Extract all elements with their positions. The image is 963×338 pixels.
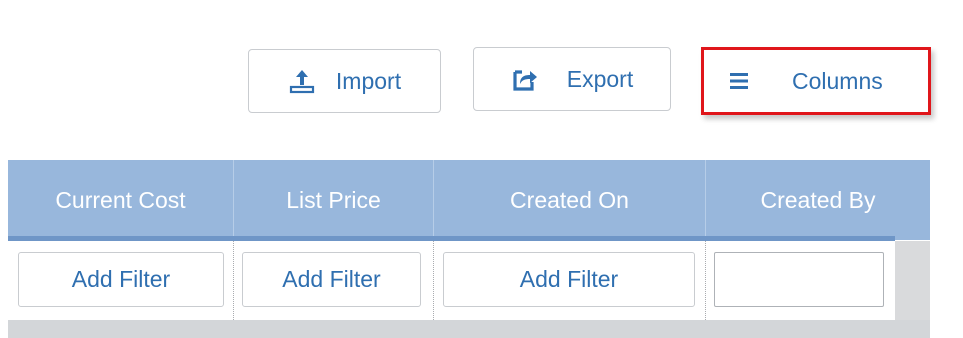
column-header-label: Current Cost: [55, 186, 186, 213]
add-filter-button[interactable]: Add Filter: [18, 252, 224, 307]
add-filter-button[interactable]: Add Filter: [242, 252, 421, 307]
filter-cell-created-on: Add Filter: [434, 241, 706, 320]
filter-cell-list-price: Add Filter: [234, 241, 434, 320]
export-button[interactable]: Export: [473, 47, 671, 111]
grid-header-row: Current Cost List Price Created On Creat…: [8, 160, 930, 241]
filter-cell-current-cost: Add Filter: [8, 241, 234, 320]
upload-tray-icon: [288, 67, 316, 95]
grid-toolbar-view: Import Export Columns Current Cost List …: [0, 0, 963, 338]
export-label: Export: [566, 65, 634, 92]
grid-body-edge: [8, 320, 930, 338]
grid-filter-row: Add Filter Add Filter Add Filter: [8, 241, 930, 320]
import-label: Import: [335, 67, 402, 94]
column-header-list-price[interactable]: List Price: [234, 160, 434, 240]
data-grid: Current Cost List Price Created On Creat…: [8, 160, 930, 338]
column-header-created-by[interactable]: Created By: [706, 160, 930, 240]
column-header-label: List Price: [286, 186, 381, 213]
column-header-label: Created By: [760, 186, 876, 213]
created-by-filter-input[interactable]: [714, 252, 884, 307]
filter-cell-created-by: [706, 241, 895, 320]
add-filter-button[interactable]: Add Filter: [443, 252, 695, 307]
column-header-label: Created On: [510, 186, 629, 213]
share-export-icon: [511, 65, 539, 93]
hamburger-menu-icon: [726, 67, 754, 95]
column-header-current-cost[interactable]: Current Cost: [8, 160, 234, 240]
columns-label: Columns: [792, 67, 883, 94]
import-button[interactable]: Import: [248, 49, 441, 113]
columns-button[interactable]: Columns: [701, 47, 931, 115]
column-header-created-on[interactable]: Created On: [434, 160, 706, 240]
